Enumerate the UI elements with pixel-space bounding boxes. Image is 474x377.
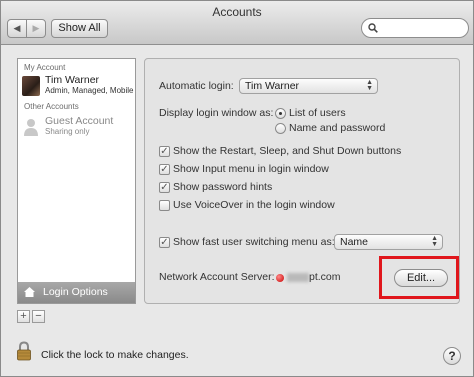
checkbox-show-input-menu-label: Show Input menu in login window: [173, 163, 329, 175]
checkbox-show-restart-label: Show the Restart, Sleep, and Shut Down b…: [173, 145, 402, 157]
popup-arrows-icon: ▲ ▼: [431, 235, 438, 248]
house-icon: [24, 287, 35, 297]
checkbox-use-voiceover-label: Use VoiceOver in the login window: [173, 199, 335, 211]
radio-name-and-password-label: Name and password: [289, 122, 386, 134]
checkbox-show-password-hints-label: Show password hints: [173, 181, 273, 193]
window-title: Accounts: [212, 5, 262, 19]
radio-name-and-password[interactable]: [275, 123, 286, 134]
account-name: Tim Warner: [45, 74, 100, 86]
back-button[interactable]: ◀: [7, 19, 27, 38]
checkbox-fast-user-switching[interactable]: ✓: [159, 237, 170, 248]
my-account-header: My Account: [24, 63, 66, 72]
title-bar: Accounts ◀ ▶ Show All: [1, 1, 473, 45]
checkbox-show-password-hints[interactable]: ✓: [159, 182, 170, 193]
sidebar-item-label: Login Options: [43, 286, 108, 298]
popup-arrows-icon: ▲ ▼: [366, 79, 373, 92]
fast-user-switching-label: Show fast user switching menu as:: [173, 236, 335, 248]
add-account-button[interactable]: +: [17, 310, 30, 323]
lock-icon[interactable]: [16, 341, 32, 361]
avatar: [22, 76, 40, 96]
accounts-sidebar: My Account Tim Warner Admin, Managed, Mo…: [17, 58, 136, 304]
user-silhouette-icon: [24, 119, 38, 136]
radio-list-of-users[interactable]: [275, 108, 286, 119]
help-button[interactable]: ?: [443, 347, 461, 365]
account-item-tim-warner[interactable]: Tim Warner Admin, Managed, Mobile: [18, 74, 135, 98]
display-login-window-label: Display login window as:: [159, 107, 274, 119]
server-status-dot: [276, 274, 284, 282]
accounts-window: Accounts ◀ ▶ Show All My Account Tim War…: [0, 0, 474, 377]
automatic-login-label: Automatic login:: [159, 80, 234, 92]
search-icon: [368, 23, 378, 33]
network-account-server-label: Network Account Server:: [159, 271, 275, 283]
account-detail: Admin, Managed, Mobile: [45, 86, 134, 95]
checkbox-use-voiceover[interactable]: [159, 200, 170, 211]
checkbox-show-restart[interactable]: ✓: [159, 146, 170, 157]
sidebar-item-login-options[interactable]: Login Options: [18, 282, 135, 303]
account-item-guest[interactable]: Guest Account Sharing only: [18, 115, 135, 139]
network-account-server-value: pt.com: [309, 271, 341, 283]
other-accounts-header: Other Accounts: [24, 102, 79, 111]
search-input[interactable]: [361, 18, 469, 38]
account-detail: Sharing only: [45, 127, 90, 136]
fast-user-switching-value: Name: [340, 236, 369, 248]
redacted-text: [287, 273, 309, 282]
account-name: Guest Account: [45, 115, 114, 127]
fast-user-switching-select[interactable]: Name ▲ ▼: [334, 234, 443, 250]
checkbox-show-input-menu[interactable]: ✓: [159, 164, 170, 175]
show-all-button[interactable]: Show All: [51, 19, 108, 38]
forward-button[interactable]: ▶: [26, 19, 46, 38]
highlight-box: [379, 256, 459, 299]
radio-list-of-users-label: List of users: [289, 107, 346, 119]
automatic-login-select[interactable]: Tim Warner ▲ ▼: [239, 78, 378, 94]
remove-account-button[interactable]: −: [32, 310, 45, 323]
automatic-login-value: Tim Warner: [245, 80, 300, 92]
lock-message: Click the lock to make changes.: [41, 349, 189, 361]
